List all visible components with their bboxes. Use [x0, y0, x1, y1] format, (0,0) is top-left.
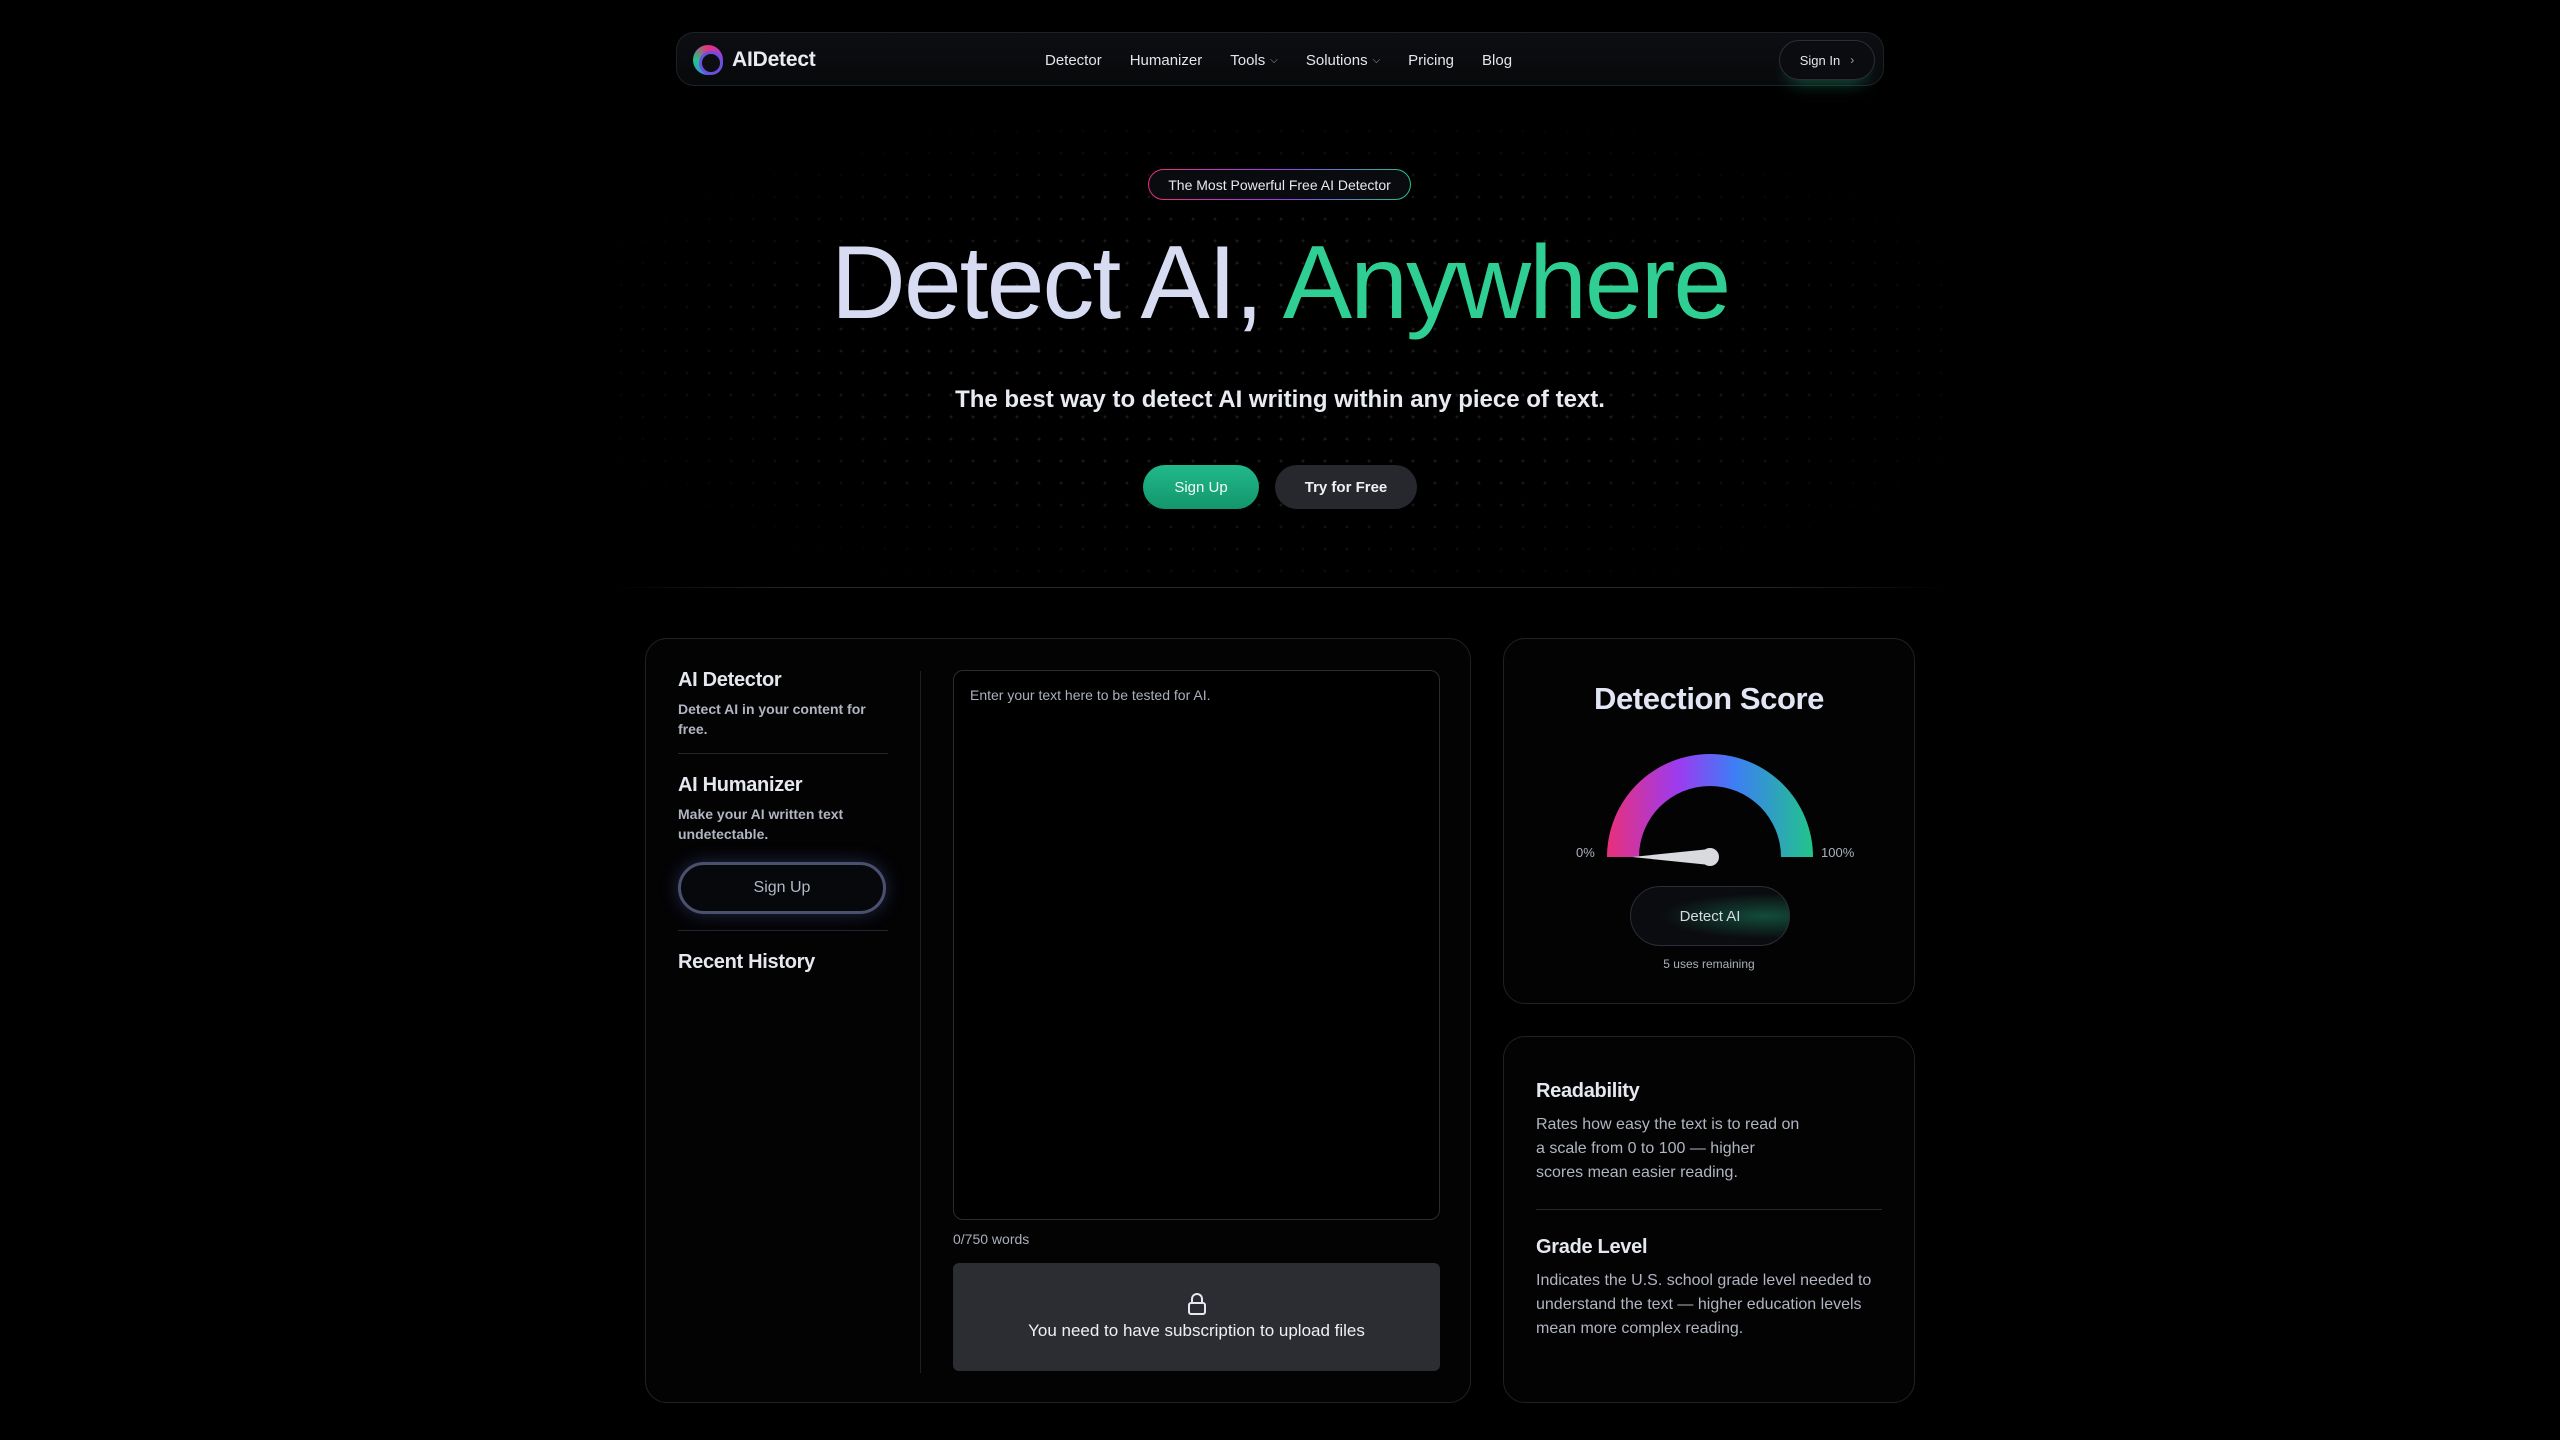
nav-link-detector[interactable]: Detector	[1045, 52, 1102, 69]
gauge-max-label: 100%	[1821, 845, 1855, 860]
grade-level-desc: Indicates the U.S. school grade level ne…	[1536, 1272, 1872, 1337]
sidebar-sign-up-button[interactable]: Sign Up	[678, 862, 886, 914]
chevron-down-icon: ⌵	[1372, 54, 1381, 66]
uses-remaining: 5 uses remaining	[1663, 957, 1755, 971]
nav-link-label: Tools	[1230, 51, 1266, 69]
chevron-down-icon: ⌵	[1270, 54, 1278, 66]
metrics-info-card: Readability Rates how easy the text is t…	[1503, 1036, 1915, 1403]
sidebar-humanizer-desc: Make your AI written text undetectable.	[678, 806, 844, 842]
logo-icon	[693, 45, 723, 75]
hero-divider	[610, 587, 1950, 588]
readability-title: Readability	[1536, 1080, 1640, 1102]
sign-in-button[interactable]: Sign In ›	[1779, 40, 1875, 80]
divider	[1536, 1209, 1882, 1210]
hero-sign-up-button[interactable]: Sign Up	[1143, 465, 1259, 509]
nav-link-humanizer[interactable]: Humanizer	[1130, 52, 1203, 69]
detection-score-title: Detection Score	[1593, 681, 1824, 716]
hero-title-part2: Anywhere	[1282, 225, 1731, 341]
sidebar-item-ai-detector[interactable]: AI Detector	[678, 669, 888, 692]
word-count: 0/750 words	[953, 1231, 1030, 1247]
file-upload-area[interactable]: You need to have subscription to upload …	[953, 1263, 1440, 1371]
hero-badge-text: The Most Powerful Free AI Detector	[1149, 170, 1410, 199]
nav-link-solutions[interactable]: Solutions ⌵	[1306, 52, 1380, 69]
score-gauge	[1607, 754, 1813, 866]
nav-link-blog[interactable]: Blog	[1482, 52, 1512, 69]
gauge-min-label: 0%	[1576, 845, 1595, 860]
nav-link-label: Pricing	[1408, 51, 1455, 69]
text-input[interactable]	[953, 670, 1440, 1220]
divider	[678, 753, 888, 754]
divider	[678, 930, 888, 931]
sign-in-label: Sign In	[1799, 52, 1841, 68]
readability-desc: Rates how easy the text is to read on a …	[1536, 1116, 1800, 1181]
sidebar-divider	[920, 671, 921, 1373]
hero-title: Detect AI, Anywhere	[0, 218, 2560, 348]
top-navbar: AIDetect Detector Humanizer Tools ⌵ Solut…	[676, 32, 1884, 86]
detection-score-card: Detection Score 0% 100% Detect AI 5 uses…	[1503, 638, 1915, 1004]
nav-link-pricing[interactable]: Pricing	[1408, 52, 1454, 69]
logo[interactable]: AIDetect	[693, 45, 816, 75]
lock-icon	[1186, 1293, 1208, 1315]
page: AIDetect Detector Humanizer Tools ⌵ Solut…	[0, 0, 2560, 1440]
grade-level-title: Grade Level	[1536, 1236, 1648, 1258]
hero-subtitle: The best way to detect AI writing within…	[955, 386, 1605, 413]
nav-link-label: Solutions	[1305, 51, 1368, 69]
nav-link-tools[interactable]: Tools ⌵	[1230, 52, 1278, 69]
chevron-right-icon: ›	[1850, 53, 1855, 67]
try-for-free-button[interactable]: Try for Free	[1275, 465, 1417, 509]
tool-sidebar: AI Detector Detect AI in your content fo…	[678, 669, 888, 974]
detect-ai-button[interactable]: Detect AI	[1630, 886, 1790, 946]
nav-link-label: Detector	[1045, 51, 1102, 69]
nav-link-label: Blog	[1482, 51, 1513, 69]
gauge-arc	[1607, 754, 1813, 857]
nav-links: Detector Humanizer Tools ⌵ Solutions ⌵ Pri…	[1045, 33, 1512, 87]
recent-history-heading: Recent History	[678, 951, 815, 973]
upload-locked-message: You need to have subscription to upload …	[1028, 1321, 1365, 1340]
hero-title-part1: Detect AI,	[830, 225, 1264, 341]
detector-card: AI Detector Detect AI in your content fo…	[645, 638, 1471, 1403]
sidebar-item-ai-humanizer[interactable]: AI Humanizer	[678, 774, 888, 797]
logo-text: AIDetect	[732, 48, 816, 71]
gauge-needle	[1632, 848, 1719, 866]
nav-link-label: Humanizer	[1129, 51, 1203, 69]
sidebar-detector-desc: Detect AI in your content for free.	[678, 701, 866, 737]
hero-badge: The Most Powerful Free AI Detector	[1148, 169, 1411, 200]
